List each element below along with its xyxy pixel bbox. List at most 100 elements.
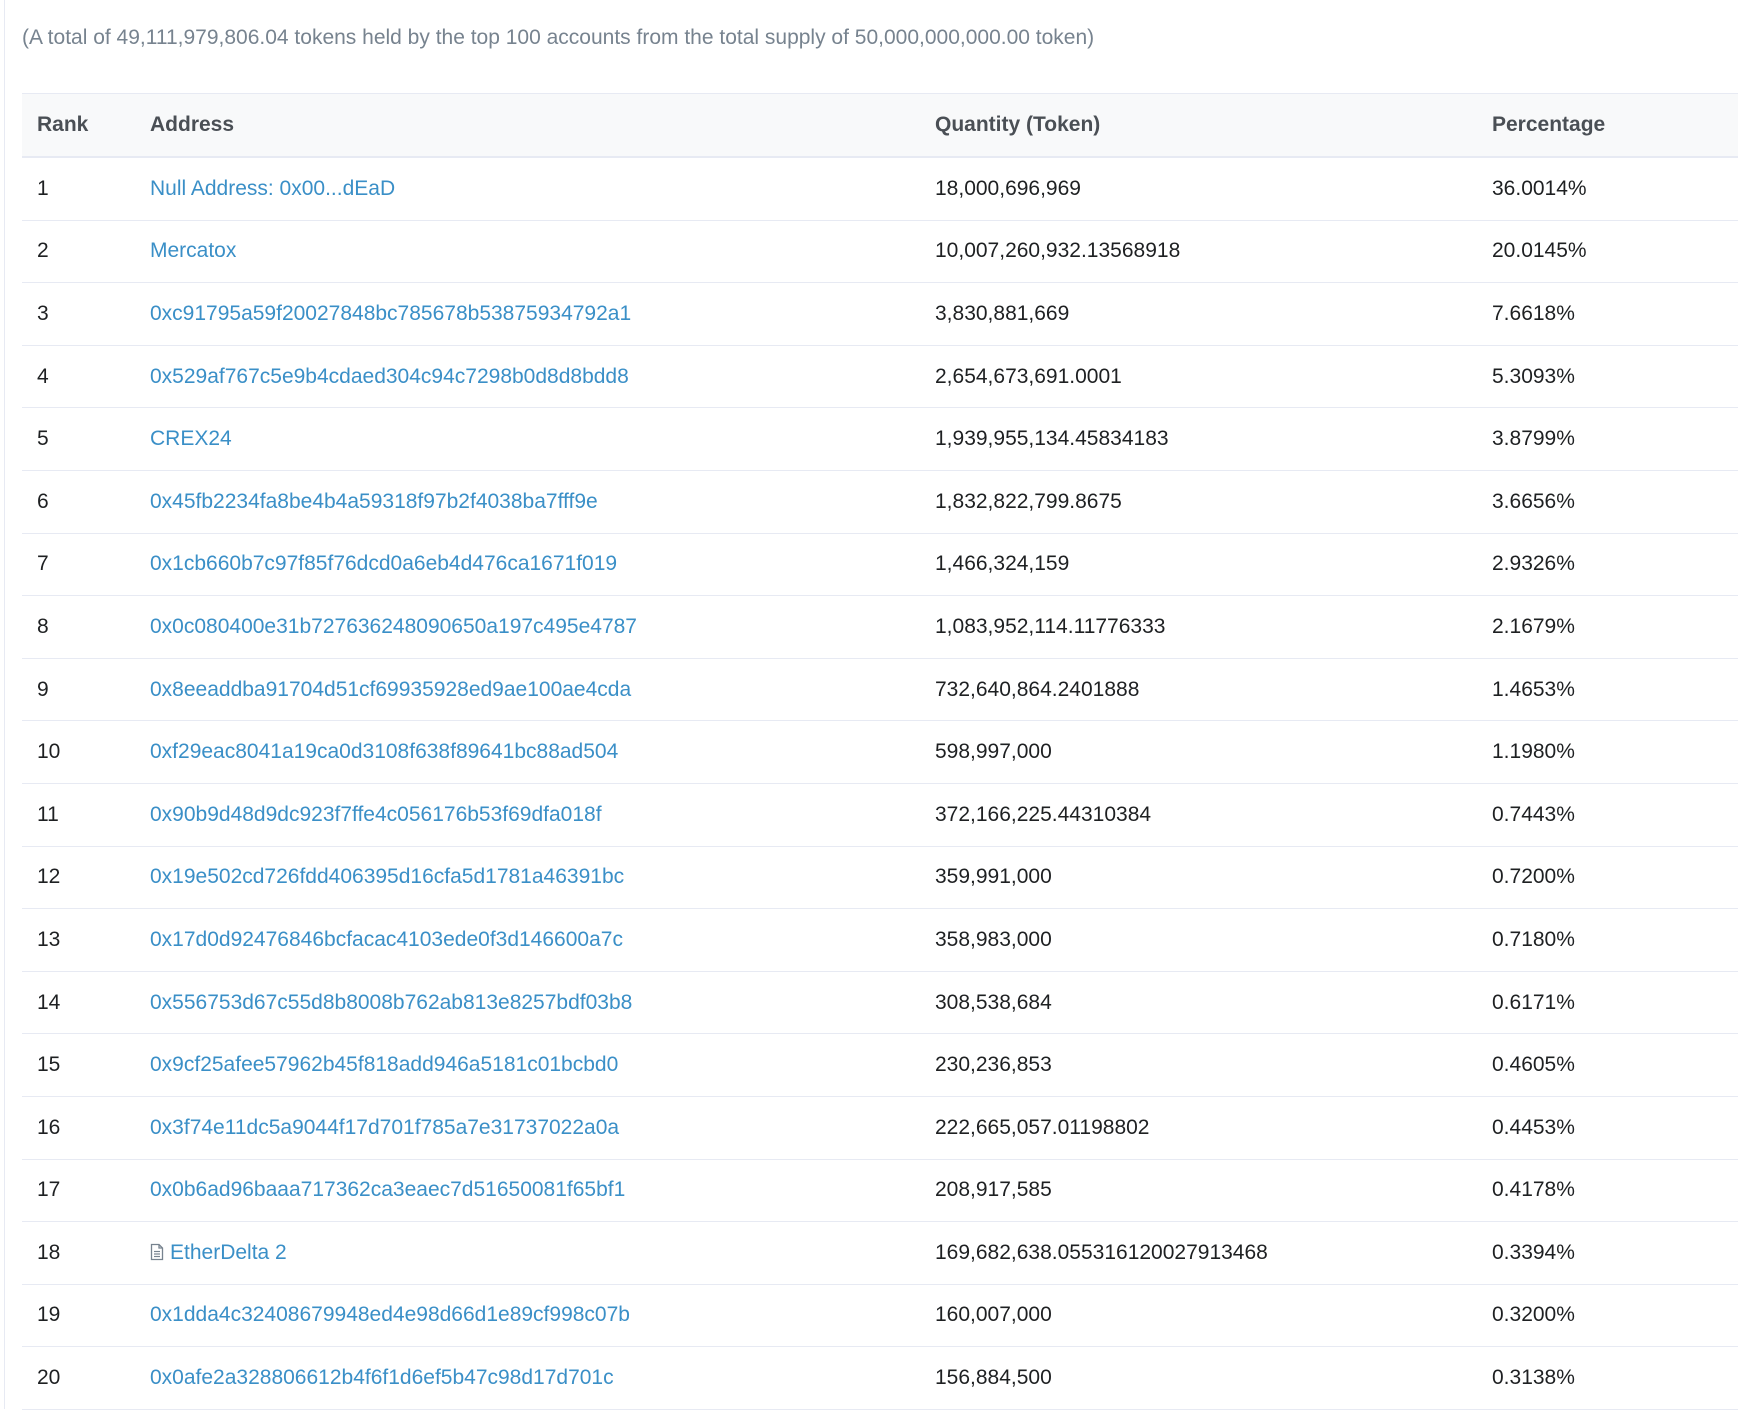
quantity-cell: 1,466,324,159 (920, 533, 1477, 597)
address-link[interactable]: 0xc91795a59f20027848bc785678b53875934792… (150, 302, 631, 325)
quantity-cell: 372,166,225.44310384 (920, 783, 1477, 847)
file-contract-icon (150, 1243, 164, 1261)
holders-summary: (A total of 49,111,979,806.04 tokens hel… (22, 26, 1095, 49)
address-text: 0x3f74e11dc5a9044f17d701f785a7e31737022a… (150, 1115, 620, 1139)
percentage-cell: 0.4605% (1477, 1033, 1738, 1097)
rank-cell: 20 (22, 1346, 135, 1410)
rank-cell: 4 (22, 345, 135, 409)
address-link[interactable]: EtherDelta 2 (150, 1241, 287, 1264)
address-link[interactable]: 0x0afe2a328806612b4f6f1d6ef5b47c98d17d70… (150, 1366, 614, 1389)
percentage-cell: 0.7200% (1477, 846, 1738, 910)
address-cell: CREX24 (135, 407, 920, 471)
quantity-cell: 208,917,585 (920, 1159, 1477, 1223)
page-left-border (4, 0, 5, 1409)
quantity-cell: 2,654,673,691.0001 (920, 345, 1477, 409)
rank-cell: 5 (22, 407, 135, 471)
quantity-cell: 160,007,000 (920, 1284, 1477, 1348)
address-link[interactable]: 0xf29eac8041a19ca0d3108f638f89641bc88ad5… (150, 740, 618, 763)
table-row: 1 Null Address: 0x00...dEaD 18,000,696,969… (22, 157, 1738, 221)
rank-cell: 3 (22, 282, 135, 346)
table-row: 7 0x1cb660b7c97f85f76dcd0a6eb4d476ca1671f… (22, 533, 1738, 597)
address-link[interactable]: 0x556753d67c55d8b8008b762ab813e8257bdf03… (150, 991, 632, 1014)
quantity-cell: 156,884,500 (920, 1346, 1477, 1410)
percentage-cell: 1.1980% (1477, 720, 1738, 784)
table-row: 11 0x90b9d48d9dc923f7ffe4c056176b53f69dfa… (22, 783, 1738, 847)
address-link[interactable]: CREX24 (150, 427, 232, 450)
percentage-cell: 2.1679% (1477, 595, 1738, 659)
rank-cell: 19 (22, 1284, 135, 1348)
percentage-cell: 0.3200% (1477, 1284, 1738, 1348)
address-link[interactable]: 0x3f74e11dc5a9044f17d701f785a7e31737022a… (150, 1116, 619, 1139)
address-link[interactable]: 0x0c080400e31b727636248090650a197c495e47… (150, 615, 637, 638)
rank-cell: 10 (22, 720, 135, 784)
rank-cell: 8 (22, 595, 135, 659)
percentage-cell: 0.4453% (1477, 1096, 1738, 1160)
table-row: 10 0xf29eac8041a19ca0d3108f638f89641bc88a… (22, 720, 1738, 784)
rank-cell: 1 (22, 157, 135, 221)
address-text: Null Address: 0x00...dEaD (150, 176, 396, 200)
rank-cell: 18 (22, 1221, 135, 1285)
rank-cell: 9 (22, 658, 135, 722)
address-link[interactable]: 0x19e502cd726fdd406395d16cfa5d1781a46391… (150, 865, 624, 888)
address-link[interactable]: 0x0b6ad96baaa717362ca3eaec7d51650081f65b… (150, 1178, 625, 1201)
address-link[interactable]: Mercatox (150, 239, 236, 262)
address-text: 0x17d0d92476846bcfacac4103ede0f3d146600a… (150, 927, 623, 951)
address-text: 0x9cf25afee57962b45f818add946a5181c01bcb… (150, 1053, 619, 1077)
table-row: 17 0x0b6ad96baaa717362ca3eaec7d51650081f6… (22, 1159, 1738, 1223)
quantity-cell: 18,000,696,969 (920, 157, 1477, 221)
table-row: 16 0x3f74e11dc5a9044f17d701f785a7e3173702… (22, 1096, 1738, 1160)
address-text: 0x45fb2234fa8be4b4a59318f97b2f4038ba7fff… (150, 489, 598, 513)
percentage-cell: 2.9326% (1477, 533, 1738, 597)
address-link[interactable]: 0x45fb2234fa8be4b4a59318f97b2f4038ba7fff… (150, 490, 598, 513)
table-row: 12 0x19e502cd726fdd406395d16cfa5d1781a463… (22, 846, 1738, 910)
address-cell: Mercatox (135, 220, 920, 284)
quantity-cell: 732,640,864.2401888 (920, 658, 1477, 722)
table-row: 20 0x0afe2a328806612b4f6f1d6ef5b47c98d17d… (22, 1346, 1738, 1410)
quantity-cell: 598,997,000 (920, 720, 1477, 784)
table-row: 5 CREX24 1,939,955,134.45834183 3.8799% (22, 407, 1738, 471)
address-text: 0x1cb660b7c97f85f76dcd0a6eb4d476ca1671f0… (150, 552, 618, 576)
rank-cell: 11 (22, 783, 135, 847)
percentage-cell: 3.8799% (1477, 407, 1738, 471)
table-row: 4 0x529af767c5e9b4cdaed304c94c7298b0d8d8b… (22, 345, 1738, 409)
address-cell: 0x45fb2234fa8be4b4a59318f97b2f4038ba7fff… (135, 470, 920, 534)
table-row: 13 0x17d0d92476846bcfacac4103ede0f3d14660… (22, 908, 1738, 972)
address-text: 0x1dda4c32408679948ed4e98d66d1e89cf998c0… (150, 1303, 630, 1327)
rank-cell: 17 (22, 1159, 135, 1223)
address-text: 0x8eeaddba91704d51cf69935928ed9ae100ae4c… (150, 677, 632, 701)
address-link[interactable]: Null Address: 0x00...dEaD (150, 177, 395, 200)
address-cell: 0x0b6ad96baaa717362ca3eaec7d51650081f65b… (135, 1159, 920, 1223)
address-link[interactable]: 0x1dda4c32408679948ed4e98d66d1e89cf998c0… (150, 1303, 630, 1326)
percentage-cell: 20.0145% (1477, 220, 1738, 284)
address-link[interactable]: 0x529af767c5e9b4cdaed304c94c7298b0d8d8bd… (150, 365, 629, 388)
quantity-cell: 230,236,853 (920, 1033, 1477, 1097)
address-text: 0x90b9d48d9dc923f7ffe4c056176b53f69dfa01… (150, 802, 602, 826)
address-link[interactable]: 0x90b9d48d9dc923f7ffe4c056176b53f69dfa01… (150, 803, 602, 826)
address-header: Address (135, 93, 920, 158)
rank-cell: 7 (22, 533, 135, 597)
address-text: 0x529af767c5e9b4cdaed304c94c7298b0d8d8bd… (150, 364, 629, 388)
address-cell: 0x556753d67c55d8b8008b762ab813e8257bdf03… (135, 971, 920, 1035)
address-link[interactable]: 0x9cf25afee57962b45f818add946a5181c01bcb… (150, 1053, 618, 1076)
address-text: 0xf29eac8041a19ca0d3108f638f89641bc88ad5… (150, 740, 619, 764)
address-link[interactable]: 0x1cb660b7c97f85f76dcd0a6eb4d476ca1671f0… (150, 552, 617, 575)
table-row: 6 0x45fb2234fa8be4b4a59318f97b2f4038ba7ff… (22, 470, 1738, 534)
address-text: Mercatox (150, 239, 237, 263)
address-cell: 0x529af767c5e9b4cdaed304c94c7298b0d8d8bd… (135, 345, 920, 409)
quantity-cell: 1,083,952,114.11776333 (920, 595, 1477, 659)
address-link[interactable]: 0x17d0d92476846bcfacac4103ede0f3d146600a… (150, 928, 623, 951)
percentage-cell: 36.0014% (1477, 157, 1738, 221)
table-row: 15 0x9cf25afee57962b45f818add946a5181c01b… (22, 1033, 1738, 1097)
quantity-cell: 359,991,000 (920, 846, 1477, 910)
address-text: 0x556753d67c55d8b8008b762ab813e8257bdf03… (150, 990, 633, 1014)
quantity-cell: 1,832,822,799.8675 (920, 470, 1477, 534)
address-cell: 0x9cf25afee57962b45f818add946a5181c01bcb… (135, 1033, 920, 1097)
address-text: 0x0b6ad96baaa717362ca3eaec7d51650081f65b… (150, 1178, 626, 1202)
table-body: 1 Null Address: 0x00...dEaD 18,000,696,969… (22, 157, 1738, 1410)
rank-cell: 12 (22, 846, 135, 910)
percentage-cell: 0.4178% (1477, 1159, 1738, 1223)
percentage-cell: 5.3093% (1477, 345, 1738, 409)
address-link[interactable]: 0x8eeaddba91704d51cf69935928ed9ae100ae4c… (150, 678, 631, 701)
percentage-header: Percentage (1477, 93, 1738, 158)
quantity-cell: 1,939,955,134.45834183 (920, 407, 1477, 471)
